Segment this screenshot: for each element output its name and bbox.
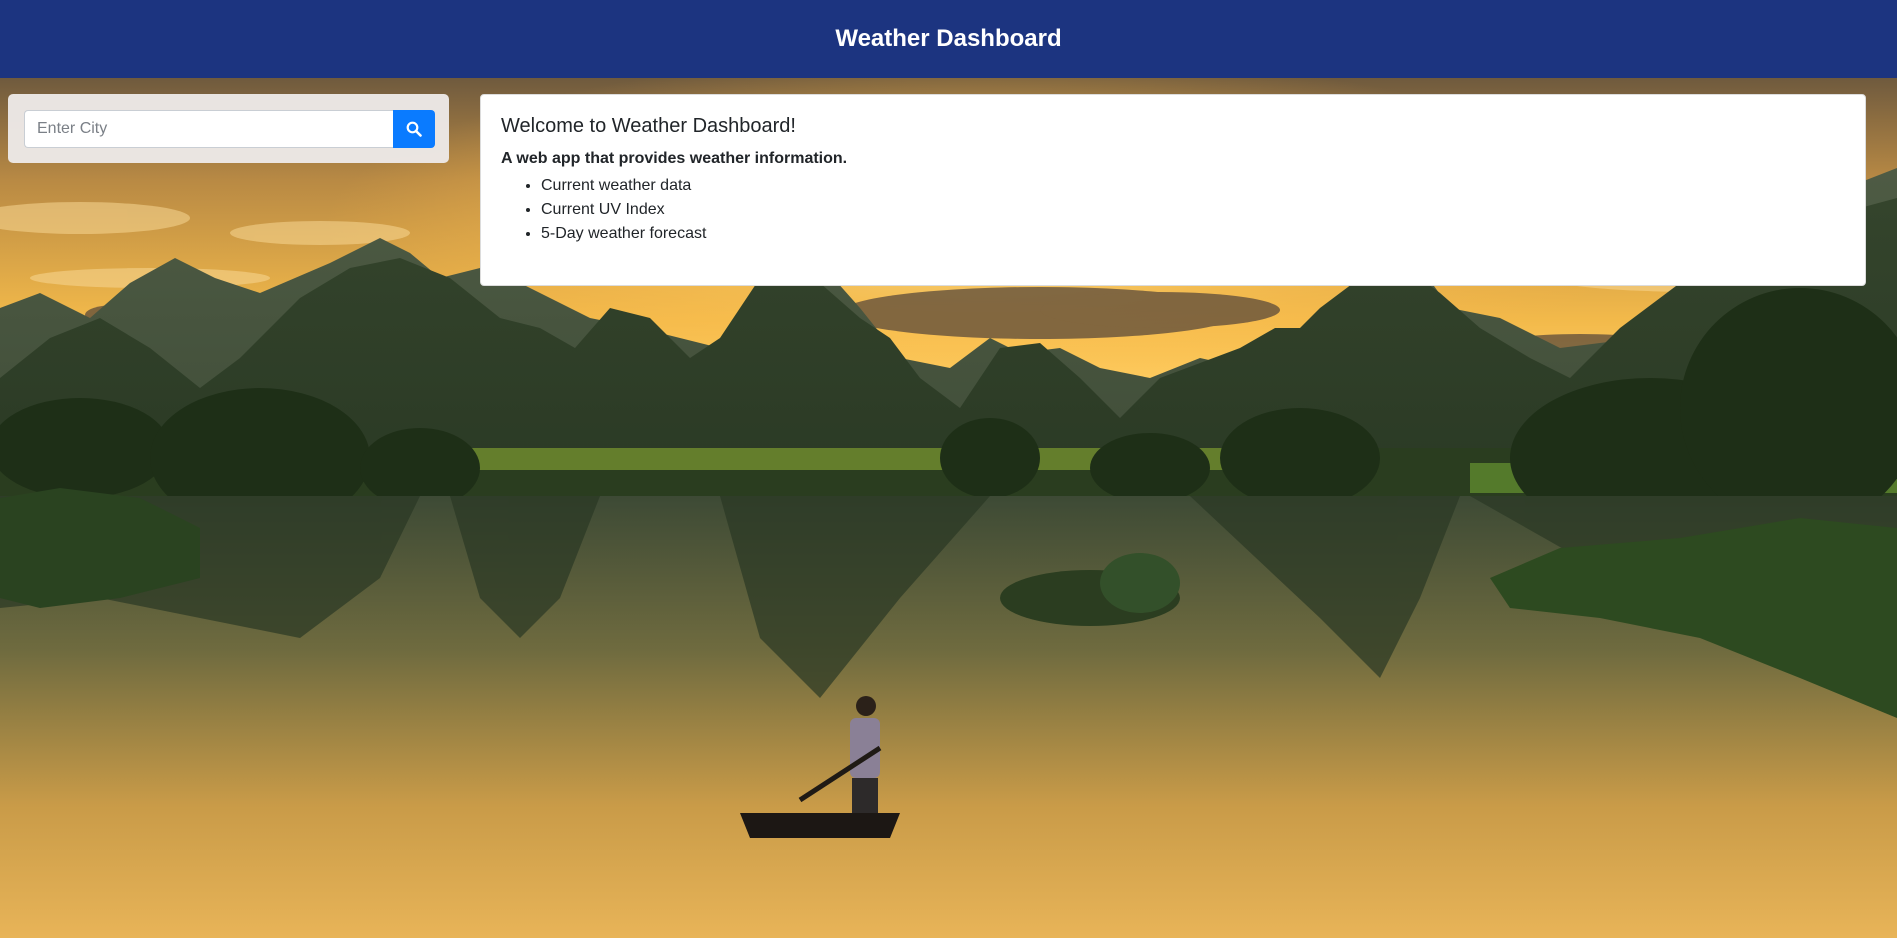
feature-item-forecast: 5-Day weather forecast bbox=[541, 222, 1845, 246]
search-panel bbox=[8, 94, 449, 163]
app-title: Weather Dashboard bbox=[835, 25, 1062, 52]
feature-item-uv-index: Current UV Index bbox=[541, 198, 1845, 222]
welcome-description: A web app that provides weather informat… bbox=[501, 150, 848, 167]
welcome-card: Welcome to Weather Dashboard! A web app … bbox=[480, 94, 1866, 286]
city-search-input[interactable] bbox=[24, 110, 393, 148]
app-header: Weather Dashboard bbox=[0, 0, 1897, 78]
feature-item-current-weather: Current weather data bbox=[541, 174, 1845, 198]
feature-list: Current weather data Current UV Index 5-… bbox=[501, 174, 1845, 246]
search-button[interactable] bbox=[393, 110, 435, 148]
welcome-title: Welcome to Weather Dashboard! bbox=[501, 115, 796, 137]
search-icon bbox=[406, 121, 422, 137]
